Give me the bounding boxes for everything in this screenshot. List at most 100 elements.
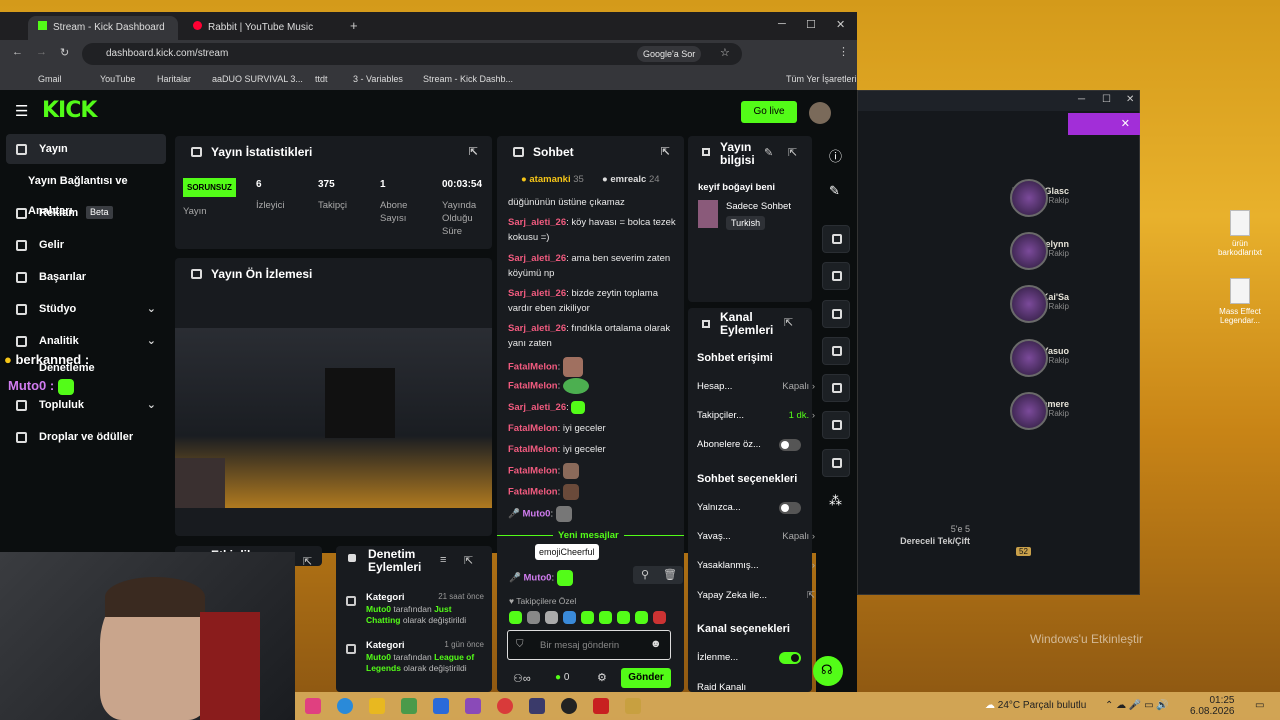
kick-points[interactable]: ● 0: [555, 672, 569, 683]
avatar[interactable]: [809, 102, 831, 124]
popout-icon[interactable]: ⇱: [784, 316, 793, 329]
clock[interactable]: 01:25 6.08.2026: [1190, 695, 1235, 720]
settings-icon[interactable]: ⚙: [597, 671, 607, 684]
tray-icons[interactable]: ⌃ ☁ 🎤 ▭ 🔊: [1105, 692, 1169, 720]
hamburger-icon[interactable]: ☰: [15, 102, 28, 120]
rail-button-broadcast[interactable]: [822, 374, 850, 402]
emote-icon[interactable]: [617, 611, 630, 624]
popout-icon[interactable]: ⇱: [661, 136, 670, 168]
emote-icon[interactable]: [527, 611, 540, 624]
views-toggle[interactable]: [779, 652, 801, 664]
sidebar-item-revenue[interactable]: Gelir: [6, 230, 166, 260]
league-icon[interactable]: [625, 698, 641, 714]
sidebar-item-stream-key[interactable]: Yayın Bağlantısı ve Anahtarı: [0, 166, 160, 217]
tab-youtube-music[interactable]: Rabbit | YouTube Music: [183, 16, 333, 40]
sidebar-item-drops[interactable]: Droplar ve ödüller: [6, 422, 166, 452]
close-icon[interactable]: ✕: [836, 18, 845, 31]
store-icon[interactable]: [401, 698, 417, 714]
rail-button-notes[interactable]: [822, 300, 850, 328]
chat-input[interactable]: ⛉ Bir mesaj gönderin ☻: [507, 630, 671, 660]
back-icon[interactable]: ←: [12, 46, 23, 58]
info-icon[interactable]: ⓘ: [829, 146, 842, 165]
chat-message-hovered[interactable]: 🎤 Muto0:: [509, 570, 573, 586]
weather-widget[interactable]: ☁ 24°C Parçalı bulutlu: [985, 692, 1086, 720]
filter-icon[interactable]: ≡: [440, 554, 446, 566]
menu-icon[interactable]: ⋮: [838, 45, 849, 58]
bookmark-maps[interactable]: Haritalar: [157, 73, 191, 85]
go-live-button[interactable]: Go live: [741, 101, 797, 123]
popout-icon[interactable]: ⇱: [469, 136, 478, 168]
rail-button-tools[interactable]: [822, 449, 850, 477]
popout-icon[interactable]: ⇱: [788, 146, 797, 159]
emoji-picker-icon[interactable]: ☻: [650, 638, 662, 650]
kick-logo[interactable]: KICK: [42, 98, 97, 123]
preview-video[interactable]: [175, 328, 492, 508]
setting-account-age[interactable]: Hesap... Kapalı ›: [697, 381, 815, 392]
address-bar[interactable]: dashboard.kick.com/stream Google'a Sor ☆: [82, 43, 742, 65]
bookmark-variables[interactable]: 3 - Variables: [353, 73, 403, 85]
bookmark-kick[interactable]: Stream - Kick Dashb...: [423, 73, 513, 85]
desktop-icon-mass-effect[interactable]: Mass Effect Legendar...: [1210, 278, 1270, 325]
bookmark-ttdt[interactable]: ttdt: [315, 73, 328, 85]
app-icon[interactable]: [529, 698, 545, 714]
minimize-icon[interactable]: ─: [778, 18, 786, 30]
subscribers-only-toggle[interactable]: [779, 439, 801, 451]
edit-icon[interactable]: ✎: [764, 146, 773, 159]
delete-icon[interactable]: 🗑: [663, 568, 677, 581]
emote-icon[interactable]: [635, 611, 648, 624]
emoji-cheerful-icon[interactable]: [556, 570, 573, 586]
rail-button-clip[interactable]: [822, 225, 850, 253]
desktop-icon-barcode[interactable]: ürün barkodlarıtxt: [1210, 210, 1270, 257]
maximize-icon[interactable]: ☐: [806, 18, 816, 31]
community-icon[interactable]: ⁂: [829, 493, 842, 509]
setting-banned-words[interactable]: Yasaklanmış... ›: [697, 560, 815, 571]
edit-icon[interactable]: ✎: [829, 183, 840, 199]
pin-icon[interactable]: ⚲: [641, 568, 649, 581]
sidebar-item-moderation[interactable]: Denetleme: [6, 358, 166, 378]
sidebar-item-ads[interactable]: Reklam Beta: [6, 198, 166, 228]
bookmark-gmail[interactable]: Gmail: [38, 73, 62, 85]
sidebar-item-community[interactable]: Topluluk ⌄: [6, 390, 166, 420]
setting-ai-moderation[interactable]: Yapay Zeka ile... ⇱: [697, 590, 815, 601]
emote-icon[interactable]: [653, 611, 666, 624]
popout-icon[interactable]: ⇱: [464, 554, 473, 567]
send-button[interactable]: Gönder: [621, 668, 671, 688]
mail-icon[interactable]: [433, 698, 449, 714]
star-icon[interactable]: ☆: [720, 46, 730, 59]
emote-icon[interactable]: [599, 611, 612, 624]
popout-icon[interactable]: ⇱: [303, 555, 312, 568]
tab-kick[interactable]: Stream - Kick Dashboard: [28, 16, 178, 40]
sidebar-item-studio[interactable]: Stüdyo ⌄: [6, 294, 166, 324]
setting-slow-mode[interactable]: Yavaş... Kapalı ›: [697, 531, 815, 542]
folder-icon[interactable]: [369, 698, 385, 714]
emote-icon[interactable]: [509, 611, 522, 624]
copilot-icon[interactable]: [305, 698, 321, 714]
new-tab-icon[interactable]: +: [350, 18, 358, 33]
emote-icon[interactable]: [581, 611, 594, 624]
rail-button-layout[interactable]: [822, 411, 850, 439]
notification-icon[interactable]: ▭: [1255, 692, 1264, 720]
rail-button-chat[interactable]: [822, 337, 850, 365]
chrome-icon[interactable]: [497, 698, 513, 714]
all-bookmarks[interactable]: Tüm Yer İşaretleri: [786, 73, 857, 85]
reload-icon[interactable]: ↻: [60, 46, 69, 59]
sidebar-item-stream[interactable]: Yayın: [6, 134, 166, 164]
close-icon[interactable]: ✕: [1126, 94, 1134, 105]
rail-button-flash[interactable]: [822, 262, 850, 290]
app-icon[interactable]: [593, 698, 609, 714]
minimize-icon[interactable]: ─: [1078, 94, 1085, 105]
obs-icon[interactable]: [561, 698, 577, 714]
google-ask-button[interactable]: Google'a Sor: [637, 46, 702, 62]
setting-followers-only[interactable]: Takipçiler... 1 dk. ›: [697, 410, 815, 421]
emote-icon[interactable]: [545, 611, 558, 624]
maximize-icon[interactable]: ☐: [1102, 94, 1111, 105]
app-icon[interactable]: [465, 698, 481, 714]
edge-icon[interactable]: [337, 698, 353, 714]
support-button[interactable]: ☊: [813, 656, 843, 686]
bookmark-youtube[interactable]: YouTube: [100, 73, 135, 85]
viewers-icon[interactable]: ⚇∞: [513, 672, 531, 685]
sidebar-item-achievements[interactable]: Başarılar: [6, 262, 166, 292]
bookmark-duo[interactable]: aaDUO SURVIVAL 3...: [212, 73, 303, 85]
forward-icon[interactable]: →: [36, 46, 47, 58]
emote-only-toggle[interactable]: [779, 502, 801, 514]
